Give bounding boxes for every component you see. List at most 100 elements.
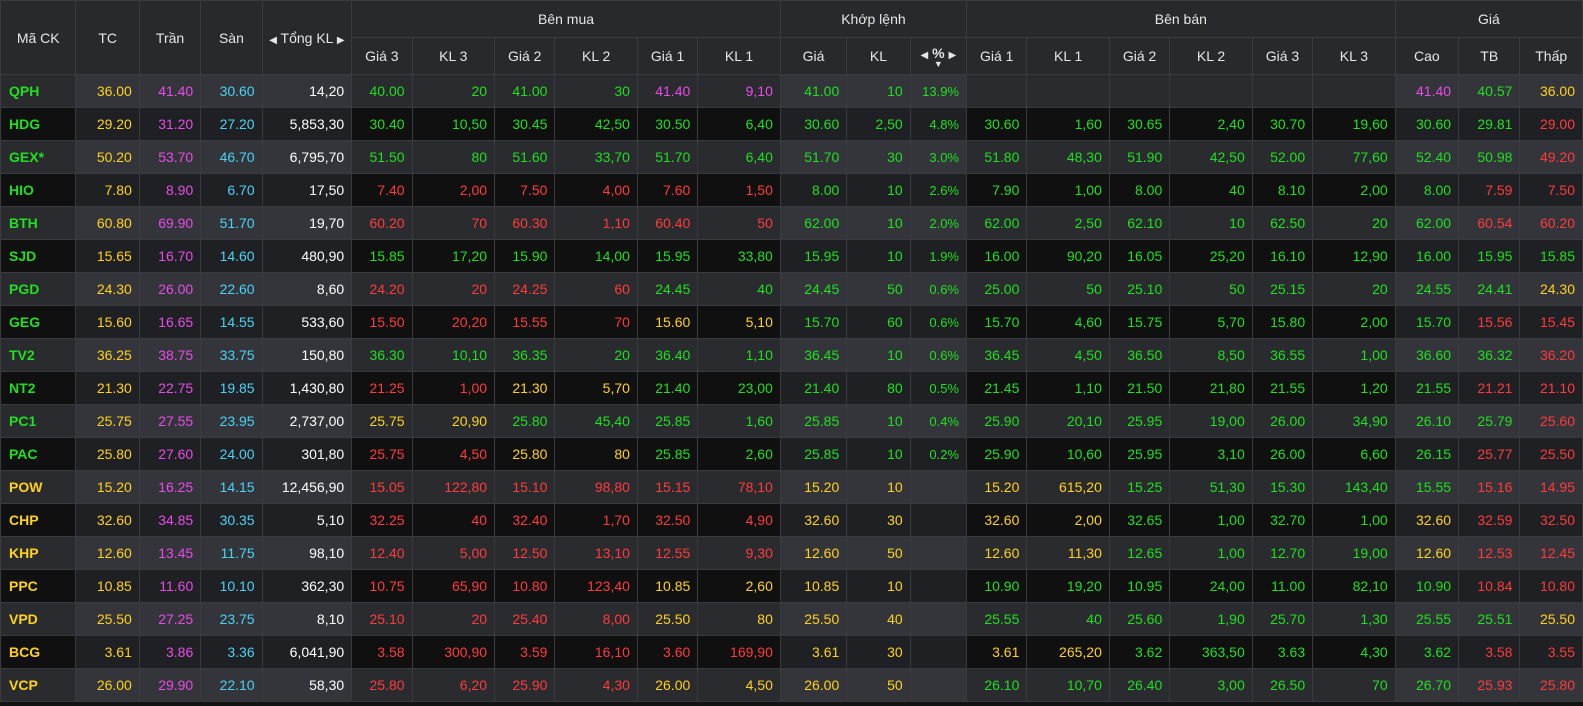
sell-price3-cell[interactable]: 11.00 [1251, 569, 1314, 603]
symbol-cell[interactable]: VCP [0, 668, 77, 702]
match-volume-cell[interactable]: 30 [846, 503, 911, 537]
sell-volume3-cell[interactable]: 19,60 [1312, 107, 1396, 141]
total-volume-cell[interactable]: 6,795,70 [261, 140, 353, 174]
sell-volume1-cell[interactable]: 4,60 [1026, 305, 1110, 339]
avg-price-cell[interactable]: 50.98 [1458, 140, 1521, 174]
buy-volume3-cell[interactable]: 20,90 [411, 404, 496, 438]
sell-price1-cell[interactable]: 25.90 [965, 437, 1028, 471]
sell-volume1-cell[interactable]: 19,20 [1026, 569, 1110, 603]
sell-price3-cell[interactable]: 62.50 [1251, 206, 1314, 240]
sell-price2-cell[interactable]: 26.40 [1108, 668, 1171, 702]
sell-price3-cell[interactable]: 26.00 [1251, 404, 1314, 438]
floor-price-cell[interactable]: 14.55 [200, 305, 263, 339]
buy-volume1-cell[interactable]: 33,80 [697, 239, 781, 273]
table-row[interactable]: QPH 36.00 41.40 30.60 14,20 40.00 20 41.00 30 41.… [0, 74, 1583, 108]
avg-price-cell[interactable]: 32.59 [1458, 503, 1521, 537]
col-buy-kl2[interactable]: KL 2 [554, 37, 638, 75]
sell-price2-cell[interactable]: 25.60 [1108, 602, 1171, 636]
buy-price3-cell[interactable]: 36.30 [351, 338, 413, 372]
sell-price1-cell[interactable]: 30.60 [965, 107, 1028, 141]
floor-price-cell[interactable]: 10.10 [200, 569, 263, 603]
sell-volume1-cell[interactable]: 4,50 [1026, 338, 1110, 372]
buy-volume1-cell[interactable]: 5,10 [697, 305, 781, 339]
caret-right-icon[interactable]: ▶ [948, 50, 956, 61]
sell-price2-cell[interactable]: 3.62 [1108, 635, 1171, 669]
buy-price3-cell[interactable]: 25.75 [351, 404, 413, 438]
ceiling-price-cell[interactable]: 11.60 [138, 569, 202, 603]
sell-price3-cell[interactable]: 8.10 [1251, 173, 1314, 207]
sell-price3-cell[interactable]: 12.70 [1251, 536, 1314, 570]
buy-price1-cell[interactable]: 41.40 [636, 74, 699, 108]
low-price-cell[interactable]: 7.50 [1519, 173, 1583, 207]
buy-price3-cell[interactable]: 21.25 [351, 371, 413, 405]
buy-volume3-cell[interactable]: 20 [411, 74, 496, 108]
floor-price-cell[interactable]: 24.00 [200, 437, 263, 471]
match-pct-cell[interactable] [909, 503, 968, 537]
col-buy-kl3[interactable]: KL 3 [411, 37, 496, 75]
total-volume-cell[interactable]: 5,853,30 [261, 107, 353, 141]
ceiling-price-cell[interactable]: 16.65 [138, 305, 202, 339]
sell-volume1-cell[interactable]: 2,00 [1026, 503, 1110, 537]
sell-price3-cell[interactable]: 30.70 [1251, 107, 1314, 141]
total-volume-cell[interactable]: 5,10 [261, 503, 353, 537]
low-price-cell[interactable]: 36.00 [1519, 74, 1583, 108]
match-volume-cell[interactable]: 10 [846, 338, 911, 372]
buy-price1-cell[interactable]: 12.55 [636, 536, 699, 570]
reference-price-cell[interactable]: 15.20 [75, 470, 140, 504]
sell-price2-cell[interactable]: 30.65 [1108, 107, 1171, 141]
sell-volume3-cell[interactable]: 19,00 [1312, 536, 1396, 570]
col-tc[interactable]: TC [75, 0, 140, 75]
buy-volume2-cell[interactable]: 98,80 [554, 470, 638, 504]
low-price-cell[interactable]: 60.20 [1519, 206, 1583, 240]
low-price-cell[interactable]: 15.85 [1519, 239, 1583, 273]
avg-price-cell[interactable]: 3.58 [1458, 635, 1521, 669]
sell-price1-cell[interactable]: 25.00 [965, 272, 1028, 306]
reference-price-cell[interactable]: 24.30 [75, 272, 140, 306]
floor-price-cell[interactable]: 22.60 [200, 272, 263, 306]
table-row[interactable]: POW 15.20 16.25 14.15 12,456,90 15.05 122,80 15… [0, 470, 1583, 504]
buy-price2-cell[interactable]: 25.80 [494, 404, 556, 438]
floor-price-cell[interactable]: 23.95 [200, 404, 263, 438]
sell-volume1-cell[interactable]: 11,30 [1026, 536, 1110, 570]
buy-price3-cell[interactable]: 40.00 [351, 74, 413, 108]
col-sell-gia3[interactable]: Giá 3 [1251, 37, 1314, 75]
floor-price-cell[interactable]: 14.60 [200, 239, 263, 273]
floor-price-cell[interactable]: 23.75 [200, 602, 263, 636]
caret-left-icon[interactable]: ◀ [921, 50, 929, 61]
buy-volume2-cell[interactable]: 30 [554, 74, 638, 108]
total-volume-cell[interactable]: 533,60 [261, 305, 353, 339]
buy-price2-cell[interactable]: 24.25 [494, 272, 556, 306]
avg-price-cell[interactable]: 25.77 [1458, 437, 1521, 471]
sell-price3-cell[interactable]: 26.50 [1251, 668, 1314, 702]
symbol-cell[interactable]: SJD [0, 239, 77, 273]
ceiling-price-cell[interactable]: 34.85 [138, 503, 202, 537]
low-price-cell[interactable]: 32.50 [1519, 503, 1583, 537]
match-volume-cell[interactable]: 50 [846, 536, 911, 570]
ceiling-price-cell[interactable]: 16.70 [138, 239, 202, 273]
sell-price2-cell[interactable] [1108, 74, 1171, 108]
reference-price-cell[interactable]: 10.85 [75, 569, 140, 603]
total-volume-cell[interactable]: 480,90 [261, 239, 353, 273]
sell-price2-cell[interactable]: 10.95 [1108, 569, 1171, 603]
symbol-cell[interactable]: PGD [0, 272, 77, 306]
col-sell-kl2[interactable]: KL 2 [1169, 37, 1253, 75]
buy-volume1-cell[interactable]: 9,30 [697, 536, 781, 570]
avg-price-cell[interactable]: 24.41 [1458, 272, 1521, 306]
sell-price1-cell[interactable] [965, 74, 1028, 108]
sell-volume1-cell[interactable]: 2,50 [1026, 206, 1110, 240]
avg-price-cell[interactable]: 15.16 [1458, 470, 1521, 504]
col-tran[interactable]: Trần [138, 0, 202, 75]
buy-price3-cell[interactable]: 7.40 [351, 173, 413, 207]
buy-volume1-cell[interactable]: 1,50 [697, 173, 781, 207]
ceiling-price-cell[interactable]: 26.00 [138, 272, 202, 306]
sell-volume2-cell[interactable]: 3,10 [1169, 437, 1253, 471]
sell-volume3-cell[interactable]: 1,20 [1312, 371, 1396, 405]
sell-price3-cell[interactable]: 16.10 [1251, 239, 1314, 273]
buy-price2-cell[interactable]: 25.80 [494, 437, 556, 471]
buy-volume2-cell[interactable]: 4,30 [554, 668, 638, 702]
reference-price-cell[interactable]: 15.65 [75, 239, 140, 273]
buy-price2-cell[interactable]: 36.35 [494, 338, 556, 372]
match-volume-cell[interactable]: 10 [846, 206, 911, 240]
ceiling-price-cell[interactable]: 8.90 [138, 173, 202, 207]
sell-price2-cell[interactable]: 21.50 [1108, 371, 1171, 405]
